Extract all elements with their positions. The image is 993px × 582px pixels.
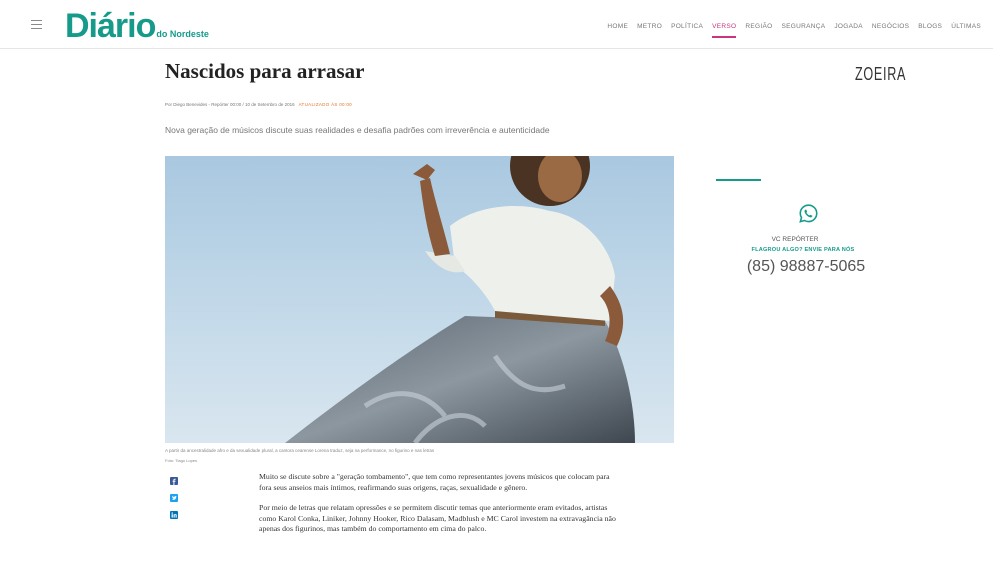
nav-blogs[interactable]: BLOGS (918, 23, 942, 38)
reporter-subtitle: FLAGROU ALGO? ENVIE PARA NÓS (751, 247, 855, 253)
share-linkedin-button[interactable] (170, 511, 178, 519)
byline-text: Por Diego Benevides - Repórter 00:00 / 1… (165, 102, 295, 107)
updated-text: ATUALIZADO ÀS 00:00 (298, 102, 352, 107)
article-byline: Por Diego Benevides - Repórter 00:00 / 1… (165, 102, 352, 107)
photo-illustration (165, 156, 674, 443)
logo-main: Diário (65, 7, 156, 45)
nav-jogada[interactable]: JOGADA (834, 23, 863, 38)
article-photo (165, 156, 674, 443)
nav-negocios[interactable]: NEGÓCIOS (872, 23, 909, 38)
nav-seguranca[interactable]: SEGURANÇA (781, 23, 825, 38)
main-nav: HOME METRO POLÍTICA VERSO REGIÃO SEGURAN… (607, 23, 981, 38)
site-header: Diáriodo Nordeste HOME METRO POLÍTICA VE… (0, 0, 993, 49)
whatsapp-icon (799, 204, 818, 223)
logo-sub: do Nordeste (156, 29, 209, 39)
share-facebook-button[interactable] (170, 477, 178, 485)
article-title: Nascidos para arrasar (165, 59, 365, 83)
photo-credit: Foto: Tiago Lopes (165, 458, 198, 463)
article-body: Muito se discute sobre a "geração tombam… (259, 472, 619, 545)
blog-zoeira-logo[interactable]: ZOEIRA (855, 64, 906, 85)
whatsapp-button[interactable] (798, 203, 819, 229)
nav-verso[interactable]: VERSO (712, 23, 737, 38)
menu-icon[interactable] (31, 20, 42, 29)
reporter-phone[interactable]: (85) 98887-5065 (747, 258, 865, 276)
nav-metro[interactable]: METRO (637, 23, 662, 38)
share-twitter-button[interactable] (170, 494, 178, 502)
linkedin-icon (170, 511, 178, 519)
article-paragraph: Por meio de letras que relatam opressões… (259, 503, 616, 533)
nav-home[interactable]: HOME (607, 23, 628, 38)
article-paragraph: Muito se discute sobre a "geração tombam… (259, 472, 610, 492)
facebook-icon (170, 477, 178, 485)
reporter-title: VC REPÓRTER (771, 236, 819, 243)
nav-regiao[interactable]: REGIÃO (745, 23, 772, 38)
sidebar-divider (716, 179, 761, 181)
photo-caption: A partir da ancestralidade afro e da sex… (165, 448, 435, 453)
twitter-icon (170, 494, 178, 502)
site-logo[interactable]: Diáriodo Nordeste (65, 8, 209, 44)
article-lead: Nova geração de músicos discute suas rea… (165, 125, 550, 135)
nav-ultimas[interactable]: ÚLTIMAS (951, 23, 981, 38)
nav-politica[interactable]: POLÍTICA (671, 23, 703, 38)
